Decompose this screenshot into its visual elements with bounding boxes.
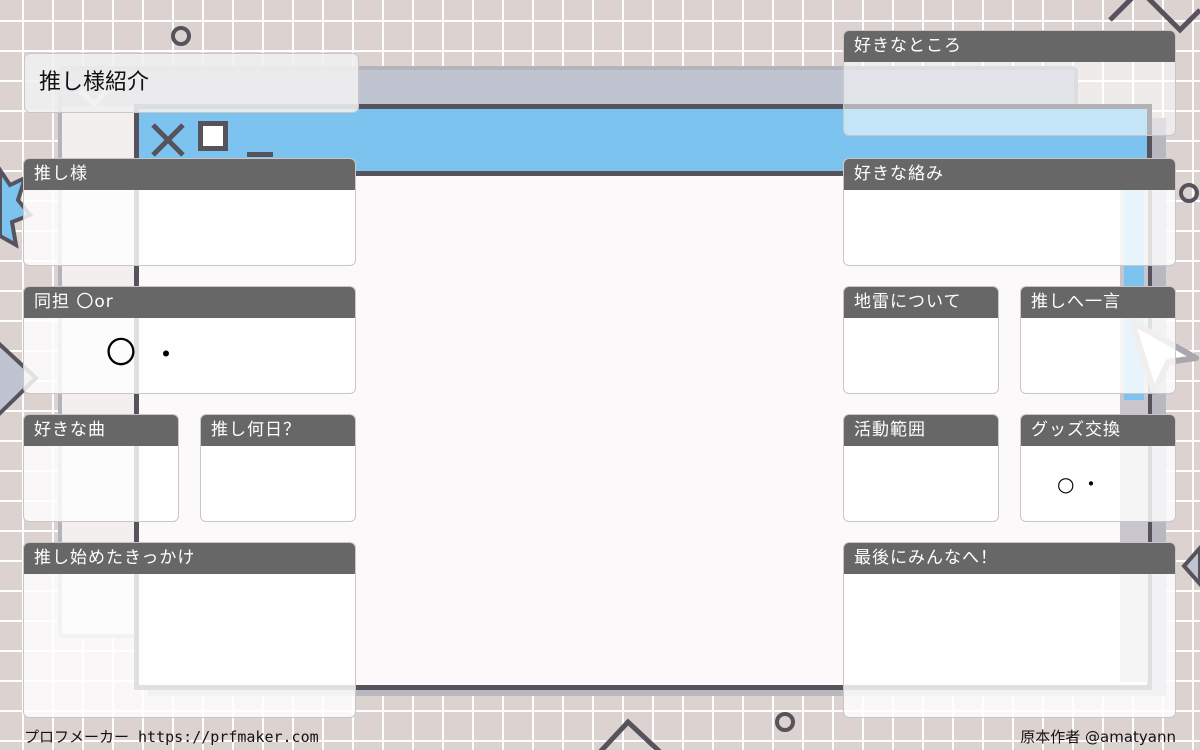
panel-message: 推しへ一言 — [1020, 286, 1176, 394]
panel-oshi: 推し様 — [23, 158, 356, 266]
panel-landmine: 地雷について — [843, 286, 999, 394]
panel-body: ○ ・ — [1021, 446, 1175, 521]
option-dot[interactable]: ・ — [1081, 472, 1101, 496]
panel-body[interactable] — [24, 190, 355, 265]
panel-like-points: 好きなところ — [843, 30, 1176, 136]
panel-body[interactable] — [844, 318, 998, 393]
ring-decoration — [171, 26, 191, 46]
option-circle[interactable]: 〇 — [106, 336, 136, 372]
option-circle[interactable]: ○ — [1057, 472, 1074, 496]
panel-header: グッズ交換 — [1021, 415, 1175, 446]
panel-body[interactable] — [844, 190, 1175, 265]
panel-trigger: 推し始めたきっかけ — [23, 542, 356, 718]
triangle-decoration — [1108, 0, 1200, 34]
panel-body[interactable] — [1021, 318, 1175, 393]
footer-author[interactable]: 原本作者 @amatyann — [1020, 726, 1176, 747]
panel-header: 推し始めたきっかけ — [24, 543, 355, 574]
panel-header: 同担 〇or — [24, 287, 355, 318]
panel-body[interactable] — [844, 62, 1175, 135]
panel-header: 最後にみんなへ！ — [844, 543, 1175, 574]
panel-body[interactable] — [844, 574, 1175, 717]
triangle-decoration — [598, 718, 662, 750]
panel-goods: グッズ交換 ○ ・ — [1020, 414, 1176, 522]
panel-pairing: 好きな絡み — [843, 158, 1176, 266]
option-dot[interactable]: ・ — [152, 338, 180, 372]
page-title: 推し様紹介 — [24, 53, 359, 113]
panel-body[interactable] — [24, 574, 355, 717]
panel-favorite-song: 好きな曲 — [23, 414, 179, 522]
ring-decoration — [775, 712, 795, 732]
panel-last-message: 最後にみんなへ！ — [843, 542, 1176, 718]
close-icon[interactable] — [150, 122, 186, 158]
panel-header: 好きなところ — [844, 31, 1175, 62]
panel-body[interactable] — [201, 446, 355, 521]
panel-dotan: 同担 〇or 〇 ・ — [23, 286, 356, 394]
panel-body: 〇 ・ — [24, 318, 355, 393]
panel-header: 推し何日？ — [201, 415, 355, 446]
panel-activity: 活動範囲 — [843, 414, 999, 522]
minimize-icon[interactable] — [247, 152, 273, 157]
panel-days: 推し何日？ — [200, 414, 356, 522]
maximize-icon[interactable] — [198, 121, 228, 151]
panel-body[interactable] — [844, 446, 998, 521]
panel-header: 地雷について — [844, 287, 998, 318]
triangle-decoration — [1181, 544, 1200, 588]
ring-decoration — [1179, 183, 1199, 203]
panel-header: 好きな曲 — [24, 415, 178, 446]
panel-body[interactable] — [24, 446, 178, 521]
footer-credit[interactable]: プロフメーカー https://prfmaker.com — [24, 726, 319, 747]
panel-header: 推し様 — [24, 159, 355, 190]
panel-header: 推しへ一言 — [1021, 287, 1175, 318]
panel-header: 好きな絡み — [844, 159, 1175, 190]
panel-header: 活動範囲 — [844, 415, 998, 446]
